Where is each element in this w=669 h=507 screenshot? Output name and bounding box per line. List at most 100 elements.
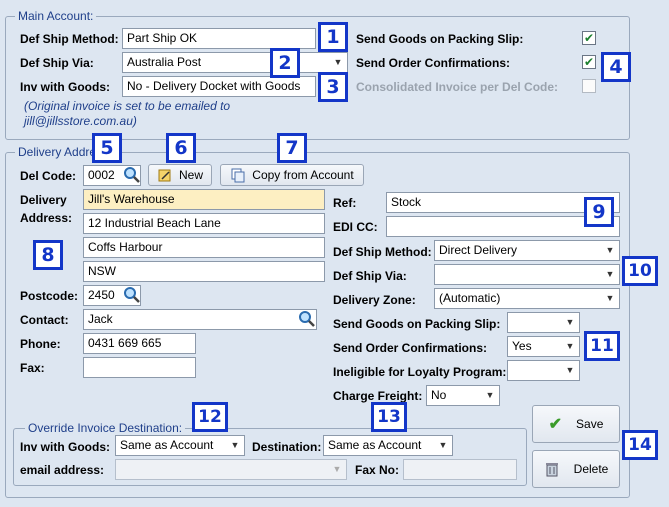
charge-freight-select[interactable]: No ▼ — [426, 385, 500, 406]
charge-freight-label: Charge Freight: — [333, 389, 423, 403]
callout-badge-6: 6 — [166, 133, 196, 163]
email-note-line2: jill@jillsstore.com.au) — [24, 114, 137, 128]
del-code-search-icon[interactable] — [123, 166, 141, 184]
main-account-legend: Main Account: — [15, 9, 97, 23]
fax-label: Fax: — [20, 361, 45, 375]
dl-send-order-conf-value: Yes — [512, 339, 532, 353]
email-address-label: email address: — [20, 463, 105, 477]
chevron-down-icon: ▼ — [438, 440, 448, 450]
address-line-1-field[interactable]: Jill's Warehouse — [83, 189, 325, 210]
fax-field[interactable] — [83, 357, 196, 378]
inv-with-goods-field[interactable]: No - Delivery Docket with Goods — [122, 76, 316, 97]
loyalty-label: Ineligible for Loyalty Program: — [333, 365, 507, 379]
del-code-value: 0002 — [88, 168, 115, 182]
contact-search-icon[interactable] — [298, 310, 316, 328]
destination-select[interactable]: Same as Account ▼ — [323, 435, 453, 456]
dl-def-ship-method-value: Direct Delivery — [439, 243, 518, 257]
ov-inv-with-goods-value: Same as Account — [120, 438, 214, 452]
consolidated-checkbox[interactable] — [582, 79, 596, 93]
chevron-down-icon: ▼ — [230, 440, 240, 450]
ref-label: Ref: — [333, 196, 357, 210]
loyalty-select[interactable]: ▼ — [507, 360, 580, 381]
chevron-down-icon: ▼ — [565, 341, 575, 351]
destination-label: Destination: — [252, 440, 322, 454]
def-ship-method-label: Def Ship Method: — [20, 32, 119, 46]
send-order-conf-label: Send Order Confirmations: — [356, 56, 511, 70]
callout-badge-9: 9 — [584, 197, 614, 227]
dl-send-order-conf-select[interactable]: Yes ▼ — [507, 336, 580, 357]
new-button-label: New — [178, 168, 203, 182]
chevron-down-icon: ▼ — [332, 464, 342, 474]
email-note-line1: (Original invoice is set to be emailed t… — [24, 99, 231, 113]
edi-cc-label: EDI CC: — [333, 220, 378, 234]
callout-badge-4: 4 — [601, 52, 631, 82]
delivery-zone-value: (Automatic) — [439, 291, 501, 305]
inv-with-goods-label: Inv with Goods: — [20, 80, 110, 94]
chevron-down-icon: ▼ — [605, 293, 615, 303]
send-goods-label: Send Goods on Packing Slip: — [356, 32, 524, 46]
copy-icon — [231, 168, 245, 183]
postcode-search-icon[interactable] — [123, 286, 141, 304]
delivery-address-label-2: Address: — [20, 211, 73, 225]
delivery-zone-select[interactable]: (Automatic) ▼ — [434, 288, 620, 309]
dl-def-ship-via-select[interactable]: ▼ — [434, 264, 620, 285]
chevron-down-icon: ▼ — [605, 269, 615, 279]
callout-badge-13: 13 — [371, 402, 407, 432]
callout-badge-10: 10 — [622, 256, 658, 286]
dl-send-order-conf-label: Send Order Confirmations: — [333, 341, 488, 355]
callout-badge-14: 14 — [622, 430, 658, 460]
address-line-4-field[interactable]: NSW — [83, 261, 325, 282]
destination-value: Same as Account — [328, 438, 422, 452]
send-order-conf-checkbox[interactable]: ✔ — [582, 55, 596, 69]
dl-def-ship-via-label: Def Ship Via: — [333, 269, 407, 283]
save-button[interactable]: ✔ Save — [532, 405, 620, 443]
chevron-down-icon: ▼ — [605, 245, 615, 255]
callout-badge-5: 5 — [92, 133, 122, 163]
phone-label: Phone: — [20, 337, 61, 351]
charge-freight-value: No — [431, 388, 447, 402]
consolidated-label: Consolidated Invoice per Del Code: — [356, 80, 559, 94]
callout-badge-7: 7 — [277, 133, 307, 163]
dl-send-goods-label: Send Goods on Packing Slip: — [333, 317, 501, 331]
chevron-down-icon: ▼ — [333, 57, 343, 67]
copy-button-label: Copy from Account — [252, 168, 354, 182]
callout-badge-1: 1 — [318, 22, 348, 52]
save-button-label: Save — [576, 417, 604, 431]
delivery-zone-label: Delivery Zone: — [333, 293, 416, 307]
callout-badge-2: 2 — [270, 48, 300, 78]
dl-send-goods-select[interactable]: ▼ — [507, 312, 580, 333]
chevron-down-icon: ▼ — [485, 390, 495, 400]
def-ship-via-value: Australia Post — [127, 55, 202, 69]
ov-inv-with-goods-label: Inv with Goods: — [20, 440, 110, 454]
contact-label: Contact: — [20, 313, 69, 327]
postcode-value: 2450 — [88, 288, 115, 302]
del-code-label: Del Code: — [20, 169, 77, 183]
copy-from-account-button[interactable]: Copy from Account — [220, 164, 364, 186]
trash-icon — [545, 463, 558, 477]
send-goods-checkbox[interactable]: ✔ — [582, 31, 596, 45]
fax-no-field[interactable] — [403, 459, 517, 480]
callout-badge-11: 11 — [584, 331, 620, 361]
phone-field[interactable]: 0431 669 665 — [83, 333, 196, 354]
callout-badge-3: 3 — [318, 72, 348, 102]
postcode-label: Postcode: — [20, 289, 79, 303]
checkmark-icon: ✔ — [548, 416, 563, 433]
dl-def-ship-method-label: Def Ship Method: — [333, 245, 432, 259]
delete-button-label: Delete — [573, 462, 609, 476]
address-line-2-field[interactable]: 12 Industrial Beach Lane — [83, 213, 325, 234]
ov-inv-with-goods-select[interactable]: Same as Account ▼ — [115, 435, 245, 456]
contact-field[interactable]: Jack — [83, 309, 317, 330]
email-address-select[interactable]: ▼ — [115, 459, 347, 480]
dl-def-ship-method-select[interactable]: Direct Delivery ▼ — [434, 240, 620, 261]
callout-badge-12: 12 — [192, 402, 228, 432]
def-ship-via-select[interactable]: Australia Post ▼ — [122, 52, 348, 73]
contact-value: Jack — [88, 312, 113, 326]
delete-button[interactable]: Delete — [532, 450, 620, 488]
address-line-3-field[interactable]: Coffs Harbour — [83, 237, 325, 258]
fax-no-label: Fax No: — [355, 463, 400, 477]
chevron-down-icon: ▼ — [565, 317, 575, 327]
chevron-down-icon: ▼ — [565, 365, 575, 375]
new-button[interactable]: New — [148, 164, 212, 186]
def-ship-method-field[interactable]: Part Ship OK — [122, 28, 316, 49]
delivery-address-label-1: Delivery — [20, 193, 67, 207]
